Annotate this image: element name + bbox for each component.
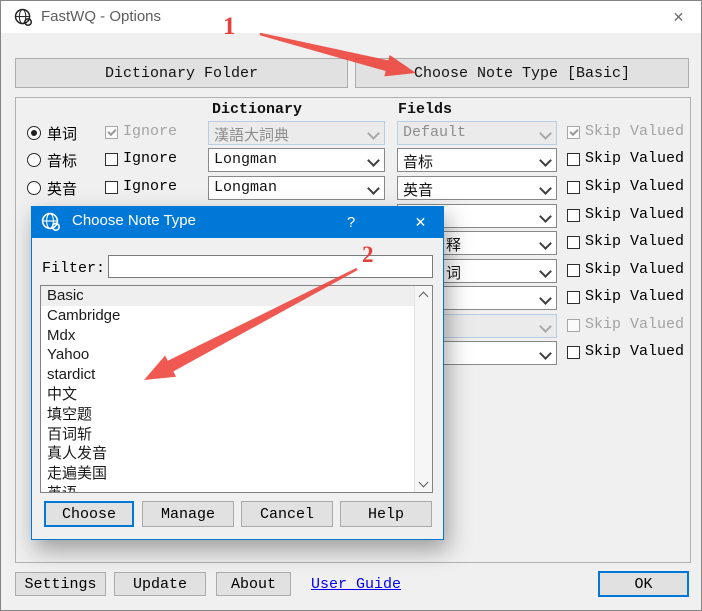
list-item[interactable]: 走遍美国 xyxy=(41,464,432,484)
skip-valued-label: Skip Valued xyxy=(585,178,684,195)
window-title: FastWQ - Options xyxy=(41,8,161,25)
dictionary-folder-button[interactable]: Dictionary Folder xyxy=(15,58,348,88)
list-scrollbar[interactable] xyxy=(414,286,432,492)
row-label: 英音 xyxy=(47,178,77,199)
ok-button[interactable]: OK xyxy=(598,571,689,597)
chevron-down-icon xyxy=(539,265,552,278)
dialog-title: Choose Note Type xyxy=(72,212,196,229)
skip-valued-label: Skip Valued xyxy=(585,233,684,250)
chevron-down-icon xyxy=(367,182,380,195)
user-guide-link[interactable]: User Guide xyxy=(311,576,401,593)
skip-valued-checkbox[interactable] xyxy=(567,346,580,359)
window-close-icon[interactable]: ✕ xyxy=(656,1,701,33)
fastwq-globe-icon xyxy=(14,8,33,27)
list-item[interactable]: 百词斩 xyxy=(41,425,432,445)
field-combobox[interactable]: 音标 xyxy=(397,148,557,172)
skip-valued-checkbox[interactable] xyxy=(567,291,580,304)
filter-input[interactable] xyxy=(108,255,433,278)
fastwq-globe-icon xyxy=(41,212,61,232)
uk-sound-radio[interactable] xyxy=(27,181,41,195)
table-row: 音标 Ignore Longman 音标 Skip Valued xyxy=(1,146,702,174)
row-label: 音标 xyxy=(47,150,77,171)
chevron-down-icon xyxy=(539,292,552,305)
scroll-down-icon[interactable] xyxy=(415,475,432,492)
note-type-list: Basic Cambridge Mdx Yahoo stardict 中文 填空… xyxy=(40,285,433,493)
dictionary-combobox[interactable]: Longman xyxy=(208,148,385,172)
table-row: 单词 Ignore 漢語大詞典 Default Skip Valued xyxy=(1,119,702,147)
skip-valued-checkbox[interactable] xyxy=(567,264,580,277)
field-combobox[interactable]: Default xyxy=(397,121,557,145)
skip-valued-label: Skip Valued xyxy=(585,150,684,167)
help-button[interactable]: Help xyxy=(340,501,432,527)
skip-valued-label: Skip Valued xyxy=(585,288,684,305)
word-radio[interactable] xyxy=(27,126,41,140)
skip-valued-checkbox[interactable] xyxy=(567,181,580,194)
list-item[interactable]: 填空题 xyxy=(41,405,432,425)
skip-valued-checkbox[interactable] xyxy=(567,126,580,139)
dialog-help-icon[interactable]: ? xyxy=(334,207,368,238)
ignore-checkbox[interactable] xyxy=(105,126,118,139)
ignore-checkbox[interactable] xyxy=(105,181,118,194)
list-item[interactable]: Mdx xyxy=(41,326,432,346)
filter-label: Filter: xyxy=(42,260,105,277)
choose-note-type-dialog: Choose Note Type ? ✕ Filter: Basic Cambr… xyxy=(31,206,444,540)
skip-valued-checkbox[interactable] xyxy=(567,319,580,332)
fields-column-header: Fields xyxy=(398,101,452,118)
dialog-close-icon[interactable]: ✕ xyxy=(398,207,443,238)
list-item[interactable]: 中文 xyxy=(41,385,432,405)
about-button[interactable]: About xyxy=(216,572,291,596)
chevron-down-icon xyxy=(367,127,380,140)
choose-button[interactable]: Choose xyxy=(44,501,134,527)
window-titlebar: FastWQ - Options ✕ xyxy=(1,1,701,33)
skip-valued-checkbox[interactable] xyxy=(567,236,580,249)
dictionary-column-header: Dictionary xyxy=(212,101,302,118)
row-label: 单词 xyxy=(47,123,77,144)
chevron-down-icon xyxy=(539,182,552,195)
ignore-label: Ignore xyxy=(123,178,177,195)
choose-note-type-button[interactable]: Choose Note Type [Basic] xyxy=(355,58,689,88)
ignore-label: Ignore xyxy=(123,123,177,140)
skip-valued-label: Skip Valued xyxy=(585,343,684,360)
list-item[interactable]: 英语 xyxy=(41,484,432,493)
phonetic-radio[interactable] xyxy=(27,153,41,167)
list-item[interactable]: Basic xyxy=(41,286,432,306)
table-row: 英音 Ignore Longman 英音 Skip Valued xyxy=(1,174,702,202)
chevron-down-icon xyxy=(539,347,552,360)
manage-button[interactable]: Manage xyxy=(142,501,234,527)
skip-valued-label: Skip Valued xyxy=(585,316,684,333)
skip-valued-checkbox[interactable] xyxy=(567,209,580,222)
chevron-down-icon xyxy=(539,237,552,250)
dialog-titlebar: Choose Note Type ? ✕ xyxy=(32,207,443,238)
cancel-button[interactable]: Cancel xyxy=(241,501,333,527)
skip-valued-label: Skip Valued xyxy=(585,261,684,278)
ignore-checkbox[interactable] xyxy=(105,153,118,166)
list-item[interactable]: Cambridge xyxy=(41,306,432,326)
options-window: FastWQ - Options ✕ Dictionary Folder Cho… xyxy=(0,0,702,611)
chevron-down-icon xyxy=(539,127,552,140)
skip-valued-checkbox[interactable] xyxy=(567,153,580,166)
chevron-down-icon xyxy=(539,154,552,167)
chevron-down-icon xyxy=(539,320,552,333)
list-item[interactable]: 真人发音 xyxy=(41,444,432,464)
dictionary-combobox[interactable]: Longman xyxy=(208,176,385,200)
chevron-down-icon xyxy=(539,210,552,223)
skip-valued-label: Skip Valued xyxy=(585,206,684,223)
settings-button[interactable]: Settings xyxy=(15,572,106,596)
list-item[interactable]: Yahoo xyxy=(41,345,432,365)
dictionary-combobox[interactable]: 漢語大詞典 xyxy=(208,121,385,145)
chevron-down-icon xyxy=(367,154,380,167)
skip-valued-label: Skip Valued xyxy=(585,123,684,140)
update-button[interactable]: Update xyxy=(114,572,206,596)
ignore-label: Ignore xyxy=(123,150,177,167)
list-item[interactable]: stardict xyxy=(41,365,432,385)
field-combobox[interactable]: 英音 xyxy=(397,176,557,200)
scroll-up-icon[interactable] xyxy=(415,286,432,303)
